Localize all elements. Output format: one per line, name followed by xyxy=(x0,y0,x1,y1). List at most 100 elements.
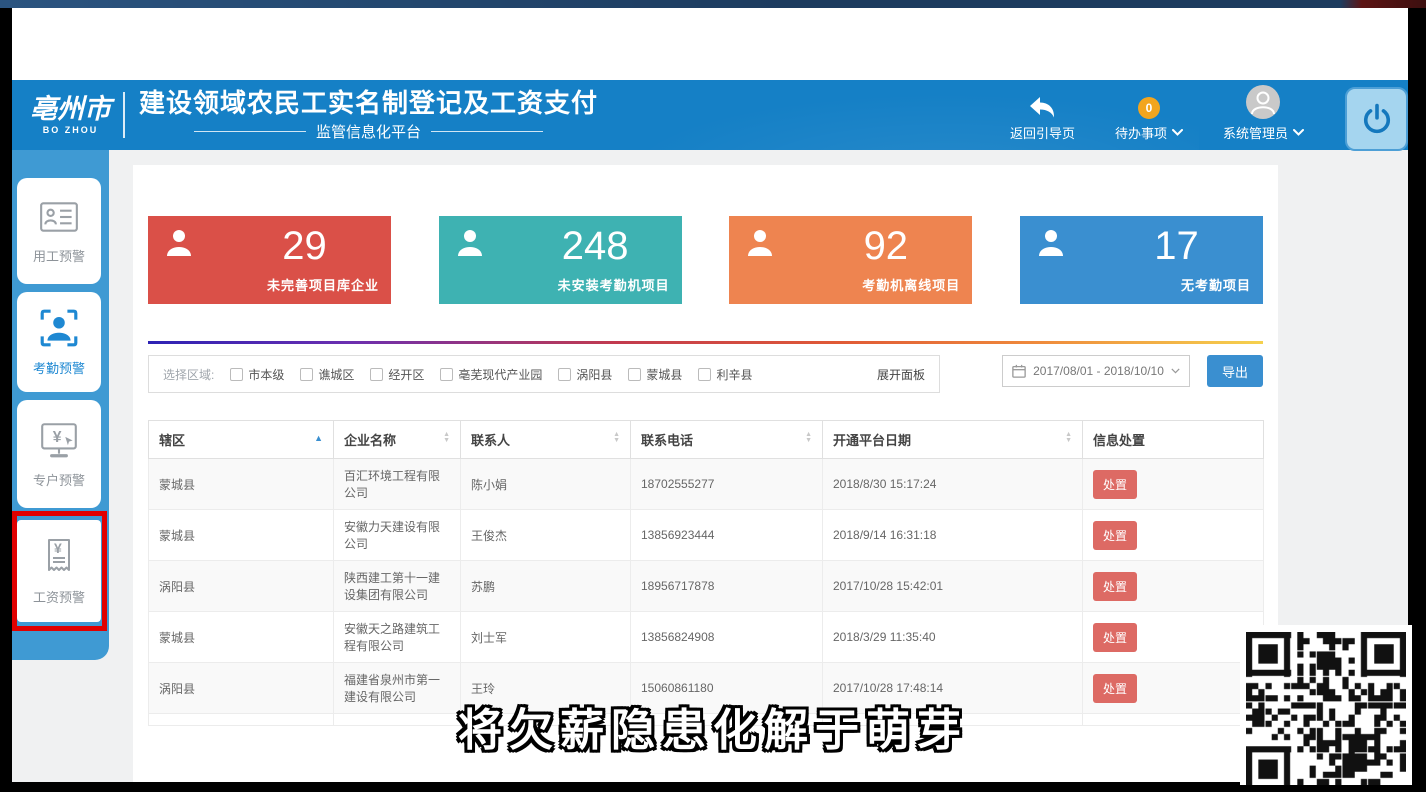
person-icon xyxy=(1036,228,1066,258)
logout-power-button[interactable] xyxy=(1345,87,1408,151)
stat-label: 未安装考勤机项目 xyxy=(558,275,670,294)
checkbox[interactable] xyxy=(698,368,711,381)
back-to-guide-button[interactable]: 返回引导页 xyxy=(1010,89,1075,142)
chevron-down-icon xyxy=(1171,368,1180,374)
region-checkbox-2[interactable]: 经开区 xyxy=(370,366,424,383)
sidebar-item-label: 用工预警 xyxy=(33,246,85,265)
todo-menu[interactable]: 0 待办事项 xyxy=(1115,89,1183,142)
svg-text:¥: ¥ xyxy=(54,540,62,556)
sidebar-item-wage-warning[interactable]: ¥ 工资预警 xyxy=(17,520,101,622)
column-header-phone[interactable]: 联系电话 ▲▼ xyxy=(631,421,823,459)
column-header-open-date[interactable]: 开通平台日期 ▲▼ xyxy=(823,421,1083,459)
date-range-picker[interactable]: 2017/08/01 - 2018/10/10 xyxy=(1002,355,1190,387)
table-row: 蒙城县 安徽力天建设有限公司 王俊杰 13856923444 2018/9/14… xyxy=(149,510,1264,561)
checkbox[interactable] xyxy=(628,368,641,381)
subtitle-line-right xyxy=(431,131,543,132)
todo-badge: 0 xyxy=(1138,97,1160,119)
column-header-contact[interactable]: 联系人 ▲▼ xyxy=(461,421,631,459)
stat-cards-row: 29 未完善项目库企业 248 未安装考勤机项目 92 考勤机离线项目 xyxy=(148,216,1263,304)
back-arrow-icon xyxy=(1027,89,1057,119)
checkbox[interactable] xyxy=(440,368,453,381)
expand-panel-button[interactable]: 展开面板 xyxy=(877,366,925,383)
avatar xyxy=(1246,85,1280,119)
stat-label: 考勤机离线项目 xyxy=(862,275,960,294)
page-title: 建设领域农民工实名制登记及工资支付 xyxy=(139,88,598,118)
region-checkbox-3[interactable]: 亳芜现代产业园 xyxy=(440,366,542,383)
checkbox[interactable] xyxy=(558,368,571,381)
city-logo-text: 亳州市 xyxy=(30,96,111,124)
calendar-icon xyxy=(1012,364,1026,378)
checkbox[interactable] xyxy=(370,368,383,381)
sidebar-item-label: 工资预警 xyxy=(33,587,85,606)
handle-button[interactable]: 处置 xyxy=(1093,470,1137,499)
subtitle-line-left xyxy=(194,131,306,132)
user-menu[interactable]: 系统管理员 xyxy=(1223,89,1304,142)
sidebar-item-attendance-warning[interactable]: 考勤预警 xyxy=(17,292,101,392)
region-checkbox-6[interactable]: 利辛县 xyxy=(698,366,752,383)
table-header-row: 辖区 ▲ 企业名称 ▲▼ 联系人 ▲▼ 联系电话 ▲▼ xyxy=(149,421,1264,459)
date-range-value: 2017/08/01 - 2018/10/10 xyxy=(1033,364,1164,378)
stat-card-machine-offline[interactable]: 92 考勤机离线项目 xyxy=(729,216,972,304)
region-checkbox-1[interactable]: 谯城区 xyxy=(300,366,354,383)
region-filter-bar: 选择区域: 市本级 谯城区 经开区 亳芜现代产业园 涡阳县 xyxy=(148,355,940,393)
sort-icons[interactable]: ▲▼ xyxy=(613,432,620,444)
screen: 亳州市 BO ZHOU 建设领域农民工实名制登记及工资支付 监管信息化平台 xyxy=(0,0,1426,792)
page-subtitle: 监管信息化平台 xyxy=(316,121,421,142)
main-panel: 29 未完善项目库企业 248 未安装考勤机项目 92 考勤机离线项目 xyxy=(133,165,1278,782)
region-filter-label: 选择区域: xyxy=(163,366,214,383)
id-card-icon xyxy=(38,197,80,237)
region-checkbox-5[interactable]: 蒙城县 xyxy=(628,366,682,383)
column-header-district[interactable]: 辖区 ▲ xyxy=(149,421,334,459)
logo-divider xyxy=(123,92,125,138)
video-top-bar xyxy=(0,0,1426,8)
sidebar-item-employment-warning[interactable]: 用工预警 xyxy=(17,178,101,284)
sidebar-item-account-warning[interactable]: ¥ 专户预警 xyxy=(17,400,101,508)
video-subtitle: 将欠薪隐患化解于萌芽 xyxy=(0,694,1426,758)
wage-receipt-icon: ¥ xyxy=(39,536,79,578)
stat-card-no-attendance[interactable]: 17 无考勤项目 xyxy=(1020,216,1263,304)
stat-label: 无考勤项目 xyxy=(1181,275,1251,294)
handle-button[interactable]: 处置 xyxy=(1093,623,1137,652)
stat-value: 29 xyxy=(218,224,391,269)
table-row: 蒙城县 百汇环境工程有限公司 陈小娟 18702555277 2018/8/30… xyxy=(149,459,1264,510)
gradient-divider xyxy=(148,341,1263,344)
export-button[interactable]: 导出 xyxy=(1207,355,1263,387)
back-to-guide-label: 返回引导页 xyxy=(1010,123,1075,142)
power-icon xyxy=(1359,101,1395,137)
stat-card-no-attendance-machine[interactable]: 248 未安装考勤机项目 xyxy=(439,216,682,304)
city-logo: 亳州市 BO ZHOU xyxy=(30,96,111,135)
checkbox[interactable] xyxy=(300,368,313,381)
stat-value: 92 xyxy=(799,224,972,269)
face-scan-icon xyxy=(37,307,81,349)
person-icon xyxy=(455,228,485,258)
handle-button[interactable]: 处置 xyxy=(1093,521,1137,550)
top-white-band xyxy=(12,8,1408,80)
title-block: 建设领域农民工实名制登记及工资支付 监管信息化平台 xyxy=(139,88,598,142)
region-checkbox-4[interactable]: 涡阳县 xyxy=(558,366,612,383)
column-header-company[interactable]: 企业名称 ▲▼ xyxy=(334,421,461,459)
stat-card-incomplete-projects[interactable]: 29 未完善项目库企业 xyxy=(148,216,391,304)
sort-asc-icon[interactable]: ▲ xyxy=(314,433,323,443)
todo-label: 待办事项 xyxy=(1115,123,1167,142)
checkbox[interactable] xyxy=(230,368,243,381)
qr-code xyxy=(1240,625,1412,785)
table-row: 蒙城县 安徽天之路建筑工程有限公司 刘士军 13856824908 2018/3… xyxy=(149,612,1264,663)
sort-icons[interactable]: ▲▼ xyxy=(805,432,812,444)
company-table: 辖区 ▲ 企业名称 ▲▼ 联系人 ▲▼ 联系电话 ▲▼ xyxy=(148,420,1264,726)
sort-icons[interactable]: ▲▼ xyxy=(1065,432,1072,444)
city-logo-en: BO ZHOU xyxy=(43,125,99,135)
svg-text:¥: ¥ xyxy=(53,429,62,446)
region-checkbox-0[interactable]: 市本级 xyxy=(230,366,284,383)
stat-label: 未完善项目库企业 xyxy=(267,275,379,294)
table-row: 涡阳县 陕西建工第十一建设集团有限公司 苏鹏 18956717878 2017/… xyxy=(149,561,1264,612)
sort-icons[interactable]: ▲▼ xyxy=(443,432,450,444)
column-header-action: 信息处置 xyxy=(1083,421,1264,459)
sidebar-item-label: 专户预警 xyxy=(33,470,85,489)
sidebar-item-label: 考勤预警 xyxy=(33,358,85,377)
handle-button[interactable]: 处置 xyxy=(1093,572,1137,601)
subtitle-row: 监管信息化平台 xyxy=(139,121,598,142)
monitor-yuan-icon: ¥ xyxy=(37,419,81,461)
stat-value: 17 xyxy=(1090,224,1263,269)
chevron-down-icon xyxy=(1172,129,1183,136)
app-header: 亳州市 BO ZHOU 建设领域农民工实名制登记及工资支付 监管信息化平台 xyxy=(12,80,1408,150)
